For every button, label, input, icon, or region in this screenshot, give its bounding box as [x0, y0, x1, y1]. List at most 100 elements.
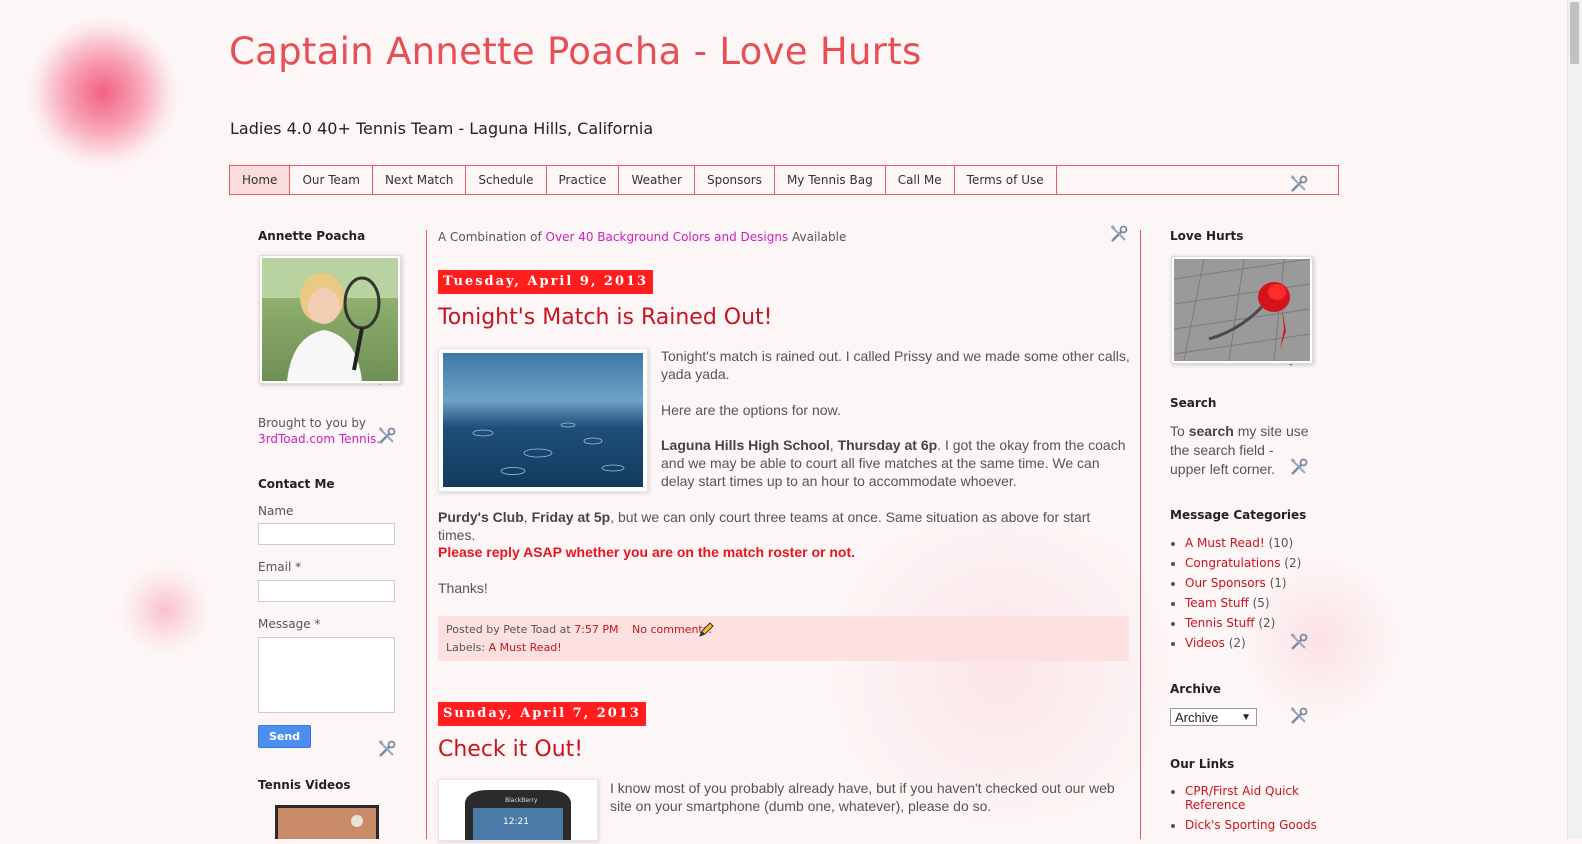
p3-separator: ,: [829, 437, 838, 453]
post-date-header-2: Sunday, April 7, 2013: [438, 702, 646, 726]
archive-widget-title: Archive: [1170, 682, 1221, 696]
tab-weather[interactable]: Weather: [619, 166, 695, 194]
posted-by-text: Posted by Pete Toad at: [446, 623, 571, 636]
contact-widget-title: Contact Me: [258, 477, 335, 491]
profile-photo[interactable]: [259, 255, 401, 384]
window-scrollbar[interactable]: [1567, 0, 1582, 839]
promo-prefix: A Combination of: [438, 230, 542, 244]
phone-brand-text: BlackBerry: [505, 797, 538, 804]
email-label: Email *: [258, 560, 302, 574]
name-label: Name: [258, 504, 294, 518]
category-count: (1): [1269, 576, 1287, 590]
links-list: CPR/First Aid Quick Reference Dick's Spo…: [1171, 784, 1325, 838]
right-column-divider: [1140, 230, 1141, 839]
post-title[interactable]: Tonight's Match is Rained Out!: [438, 305, 772, 330]
labels-prefix: Labels:: [446, 641, 486, 654]
wrench-screwdriver-icon[interactable]: [1289, 174, 1309, 194]
our-links-title: Our Links: [1170, 757, 1235, 771]
purdys-club-bold: Purdy's Club: [438, 509, 524, 525]
send-button[interactable]: Send: [258, 725, 311, 748]
background-pink-bokeh-small: [120, 565, 210, 655]
tab-sponsors[interactable]: Sponsors: [695, 166, 775, 194]
wrench-screwdriver-icon[interactable]: [1109, 224, 1129, 244]
label-must-read-link[interactable]: A Must Read!: [489, 641, 562, 654]
brought-period: .: [376, 432, 381, 446]
name-field[interactable]: [258, 523, 395, 545]
wrench-screwdriver-icon[interactable]: [377, 739, 397, 759]
archive-dropdown[interactable]: Archive ▼: [1170, 708, 1257, 726]
tennis-video-thumbnail[interactable]: [275, 805, 379, 839]
post-paragraph-4: Purdy's Club, Friday at 5p, but we can o…: [438, 508, 1128, 544]
scrollbar-thumb[interactable]: [1570, 2, 1579, 64]
message-categories-title: Message Categories: [1170, 508, 1307, 522]
list-item: Dick's Sporting Goods: [1185, 818, 1325, 832]
page-tabs: Home Our Team Next Match Schedule Practi…: [229, 165, 1339, 195]
archive-selected-value: Archive: [1175, 710, 1219, 725]
tab-my-tennis-bag[interactable]: My Tennis Bag: [775, 166, 886, 194]
category-list: A Must Read! (10) Congratulations (2) Ou…: [1171, 535, 1301, 655]
tab-next-match[interactable]: Next Match: [373, 166, 467, 194]
left-column-divider: [426, 230, 427, 839]
pencil-icon[interactable]: [697, 621, 715, 639]
post-time-link[interactable]: 7:57 PM: [574, 623, 618, 636]
tab-our-team[interactable]: Our Team: [290, 166, 373, 194]
list-item: Videos (2): [1185, 635, 1301, 655]
background-pink-bokeh: [28, 18, 178, 168]
list-item: A Must Read! (10): [1185, 535, 1301, 555]
rain-puddle-image[interactable]: [438, 348, 648, 492]
post-meta-line: Posted by Pete Toad at 7:57 PM No commen…: [446, 623, 712, 636]
search-bold-text: search: [1188, 423, 1234, 439]
search-pre-text: To: [1170, 423, 1185, 439]
list-item: Our Sponsors (1): [1185, 575, 1301, 595]
search-instructions: To search my site use the search field -…: [1170, 422, 1310, 479]
message-label: Message *: [258, 617, 321, 631]
category-link[interactable]: Tennis Stuff: [1185, 616, 1254, 630]
post-date-header: Tuesday, April 9, 2013: [438, 270, 654, 294]
tab-call-me[interactable]: Call Me: [886, 166, 955, 194]
post-title-2[interactable]: Check it Out!: [438, 737, 583, 762]
list-item: Congratulations (2): [1185, 555, 1301, 575]
post-paragraph-3: Laguna Hills High School, Thursday at 6p…: [661, 436, 1131, 490]
post-reply-notice: Please reply ASAP whether you are on the…: [438, 544, 856, 560]
post-footer: Posted by Pete Toad at 7:57 PM No commen…: [438, 616, 1129, 661]
brought-to-you-text: Brought to you by: [258, 416, 367, 430]
category-count: (2): [1258, 616, 1276, 630]
3rdtoad-tennis-link[interactable]: 3rdToad.com Tennis: [258, 432, 376, 446]
category-link[interactable]: Videos: [1185, 636, 1225, 650]
brought-to-you-line: 3rdToad.com Tennis.: [258, 432, 380, 446]
post-thanks: Thanks!: [438, 580, 488, 596]
background-colors-link[interactable]: Over 40 Background Colors and Designs: [546, 230, 789, 244]
category-link[interactable]: Team Stuff: [1185, 596, 1249, 610]
tab-schedule[interactable]: Schedule: [466, 166, 547, 194]
category-link[interactable]: Our Sponsors: [1185, 576, 1266, 590]
link-cpr[interactable]: CPR/First Aid Quick Reference: [1185, 784, 1299, 812]
laguna-hills-bold: Laguna Hills High School: [661, 437, 830, 453]
friday-bold: Friday at 5p: [531, 509, 611, 525]
thursday-bold: Thursday at 6p: [837, 437, 938, 453]
search-widget-title: Search: [1170, 396, 1217, 410]
rose-image[interactable]: [1171, 256, 1313, 364]
tab-home[interactable]: Home: [230, 166, 291, 194]
category-count: (10): [1268, 536, 1294, 550]
blog-title[interactable]: Captain Annette Poacha - Love Hurts: [229, 30, 922, 73]
list-item: Tennis Stuff (2): [1185, 615, 1301, 635]
message-field[interactable]: [258, 637, 395, 713]
link-dicks-sporting-goods[interactable]: Dick's Sporting Goods: [1185, 818, 1317, 832]
category-count: (2): [1284, 556, 1302, 570]
tab-terms-of-use[interactable]: Terms of Use: [955, 166, 1057, 194]
p4-separator: ,: [523, 509, 532, 525]
post-paragraph-2: Here are the options for now.: [661, 402, 841, 418]
category-count: (5): [1252, 596, 1270, 610]
smartphone-image[interactable]: BlackBerry 12:21: [438, 779, 598, 841]
post-paragraph-1: Tonight's match is rained out. I called …: [661, 348, 1130, 382]
promo-suffix: Available: [792, 230, 847, 244]
background-promo-text: A Combination of Over 40 Background Colo…: [438, 230, 846, 244]
phone-time-text: 12:21: [503, 817, 529, 827]
email-field[interactable]: [258, 580, 395, 602]
category-link[interactable]: Congratulations: [1185, 556, 1280, 570]
wrench-screwdriver-icon[interactable]: [1289, 706, 1309, 726]
dropdown-arrow-icon: ▼: [1241, 712, 1251, 723]
blog-description: Ladies 4.0 40+ Tennis Team - Laguna Hill…: [230, 119, 654, 138]
tab-practice[interactable]: Practice: [547, 166, 620, 194]
category-link[interactable]: A Must Read!: [1185, 536, 1265, 550]
